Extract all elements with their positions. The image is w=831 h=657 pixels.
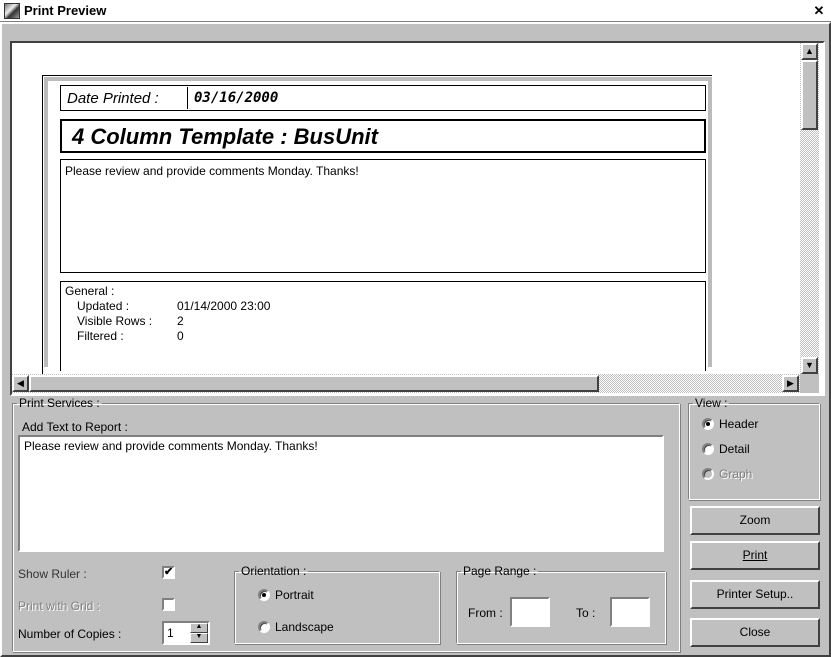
horizontal-scrollbar[interactable]: ◀ ▶ — [12, 374, 800, 393]
add-text-label: Add Text to Report : — [22, 420, 128, 434]
vertical-scrollbar[interactable]: ▲ ▼ — [800, 43, 819, 374]
window-title: Print Preview — [24, 3, 107, 18]
zoom-button[interactable]: Zoom — [690, 506, 820, 535]
scroll-right-button[interactable]: ▶ — [782, 375, 799, 392]
date-printed-value: 03/16/2000 — [187, 87, 705, 109]
print-preview-window: Date Printed : 03/16/2000 4 Column Templ… — [0, 22, 831, 657]
copies-down-button[interactable]: ▼ — [190, 633, 208, 643]
down-arrow-icon: ▼ — [805, 360, 814, 370]
app-icon — [4, 3, 20, 19]
general-label: General : — [65, 284, 115, 298]
show-ruler-label: Show Ruler : — [18, 567, 87, 581]
date-printed-label: Date Printed : — [67, 90, 159, 107]
view-graph-radio: Graph — [702, 467, 752, 481]
to-page-input[interactable] — [610, 597, 650, 627]
general-row: Updated :01/14/2000 23:00 — [77, 299, 271, 313]
view-detail-radio[interactable]: Detail — [702, 442, 750, 456]
add-text-input[interactable]: Please review and provide comments Monda… — [18, 435, 664, 552]
print-grid-label: Print with Grid : — [18, 599, 101, 613]
print-services-legend: Print Services : — [19, 396, 100, 410]
report-title: 4 Column Template : BusUnit — [60, 119, 706, 153]
copies-spinner[interactable]: 1 ▲ ▼ — [162, 621, 210, 645]
copies-up-button[interactable]: ▲ — [190, 623, 208, 633]
radio-selected-icon — [702, 418, 714, 430]
check-icon: ✔ — [164, 566, 174, 578]
copies-label: Number of Copies : — [18, 627, 122, 641]
view-header-radio[interactable]: Header — [702, 417, 758, 431]
title-bar: Print Preview ✕ — [0, 0, 831, 22]
view-legend: View : — [695, 396, 728, 410]
close-button[interactable]: Close — [690, 618, 820, 647]
date-printed-box: Date Printed : 03/16/2000 — [60, 85, 706, 111]
vertical-scroll-thumb[interactable] — [801, 60, 818, 130]
report-note: Please review and provide comments Monda… — [60, 159, 706, 273]
scroll-left-button[interactable]: ◀ — [12, 375, 29, 392]
general-row: Visible Rows :2 — [77, 314, 184, 328]
preview-pane: Date Printed : 03/16/2000 4 Column Templ… — [10, 41, 825, 396]
up-arrow-icon: ▲ — [195, 623, 203, 630]
show-ruler-checkbox[interactable]: ✔ — [162, 566, 175, 579]
general-row: Filtered :0 — [77, 329, 184, 343]
from-label: From : — [468, 606, 503, 620]
print-button[interactable]: Print — [690, 541, 820, 570]
close-window-button[interactable]: ✕ — [811, 4, 827, 18]
to-label: To : — [576, 606, 596, 620]
page-range-legend: Page Range : — [463, 564, 537, 578]
radio-selected-icon — [258, 589, 270, 601]
scroll-up-button[interactable]: ▲ — [801, 43, 818, 60]
print-grid-checkbox[interactable] — [162, 598, 175, 611]
horizontal-scroll-thumb[interactable] — [29, 375, 599, 392]
from-page-input[interactable] — [510, 597, 550, 627]
scroll-down-button[interactable]: ▼ — [801, 357, 818, 374]
portrait-radio[interactable]: Portrait — [258, 588, 314, 602]
radio-unselected-icon — [702, 443, 714, 455]
landscape-radio[interactable]: Landscape — [258, 620, 334, 634]
general-section: General : Updated :01/14/2000 23:00 Visi… — [60, 281, 706, 371]
left-arrow-icon: ◀ — [17, 378, 24, 388]
orientation-legend: Orientation : — [241, 564, 307, 578]
down-arrow-icon: ▼ — [195, 633, 203, 640]
radio-unselected-icon — [258, 621, 270, 633]
right-arrow-icon: ▶ — [787, 378, 794, 388]
up-arrow-icon: ▲ — [805, 46, 814, 56]
scroll-corner — [800, 374, 819, 393]
radio-disabled-icon — [702, 468, 714, 480]
printer-setup-button[interactable]: Printer Setup.. — [690, 580, 820, 609]
copies-value: 1 — [167, 626, 174, 640]
